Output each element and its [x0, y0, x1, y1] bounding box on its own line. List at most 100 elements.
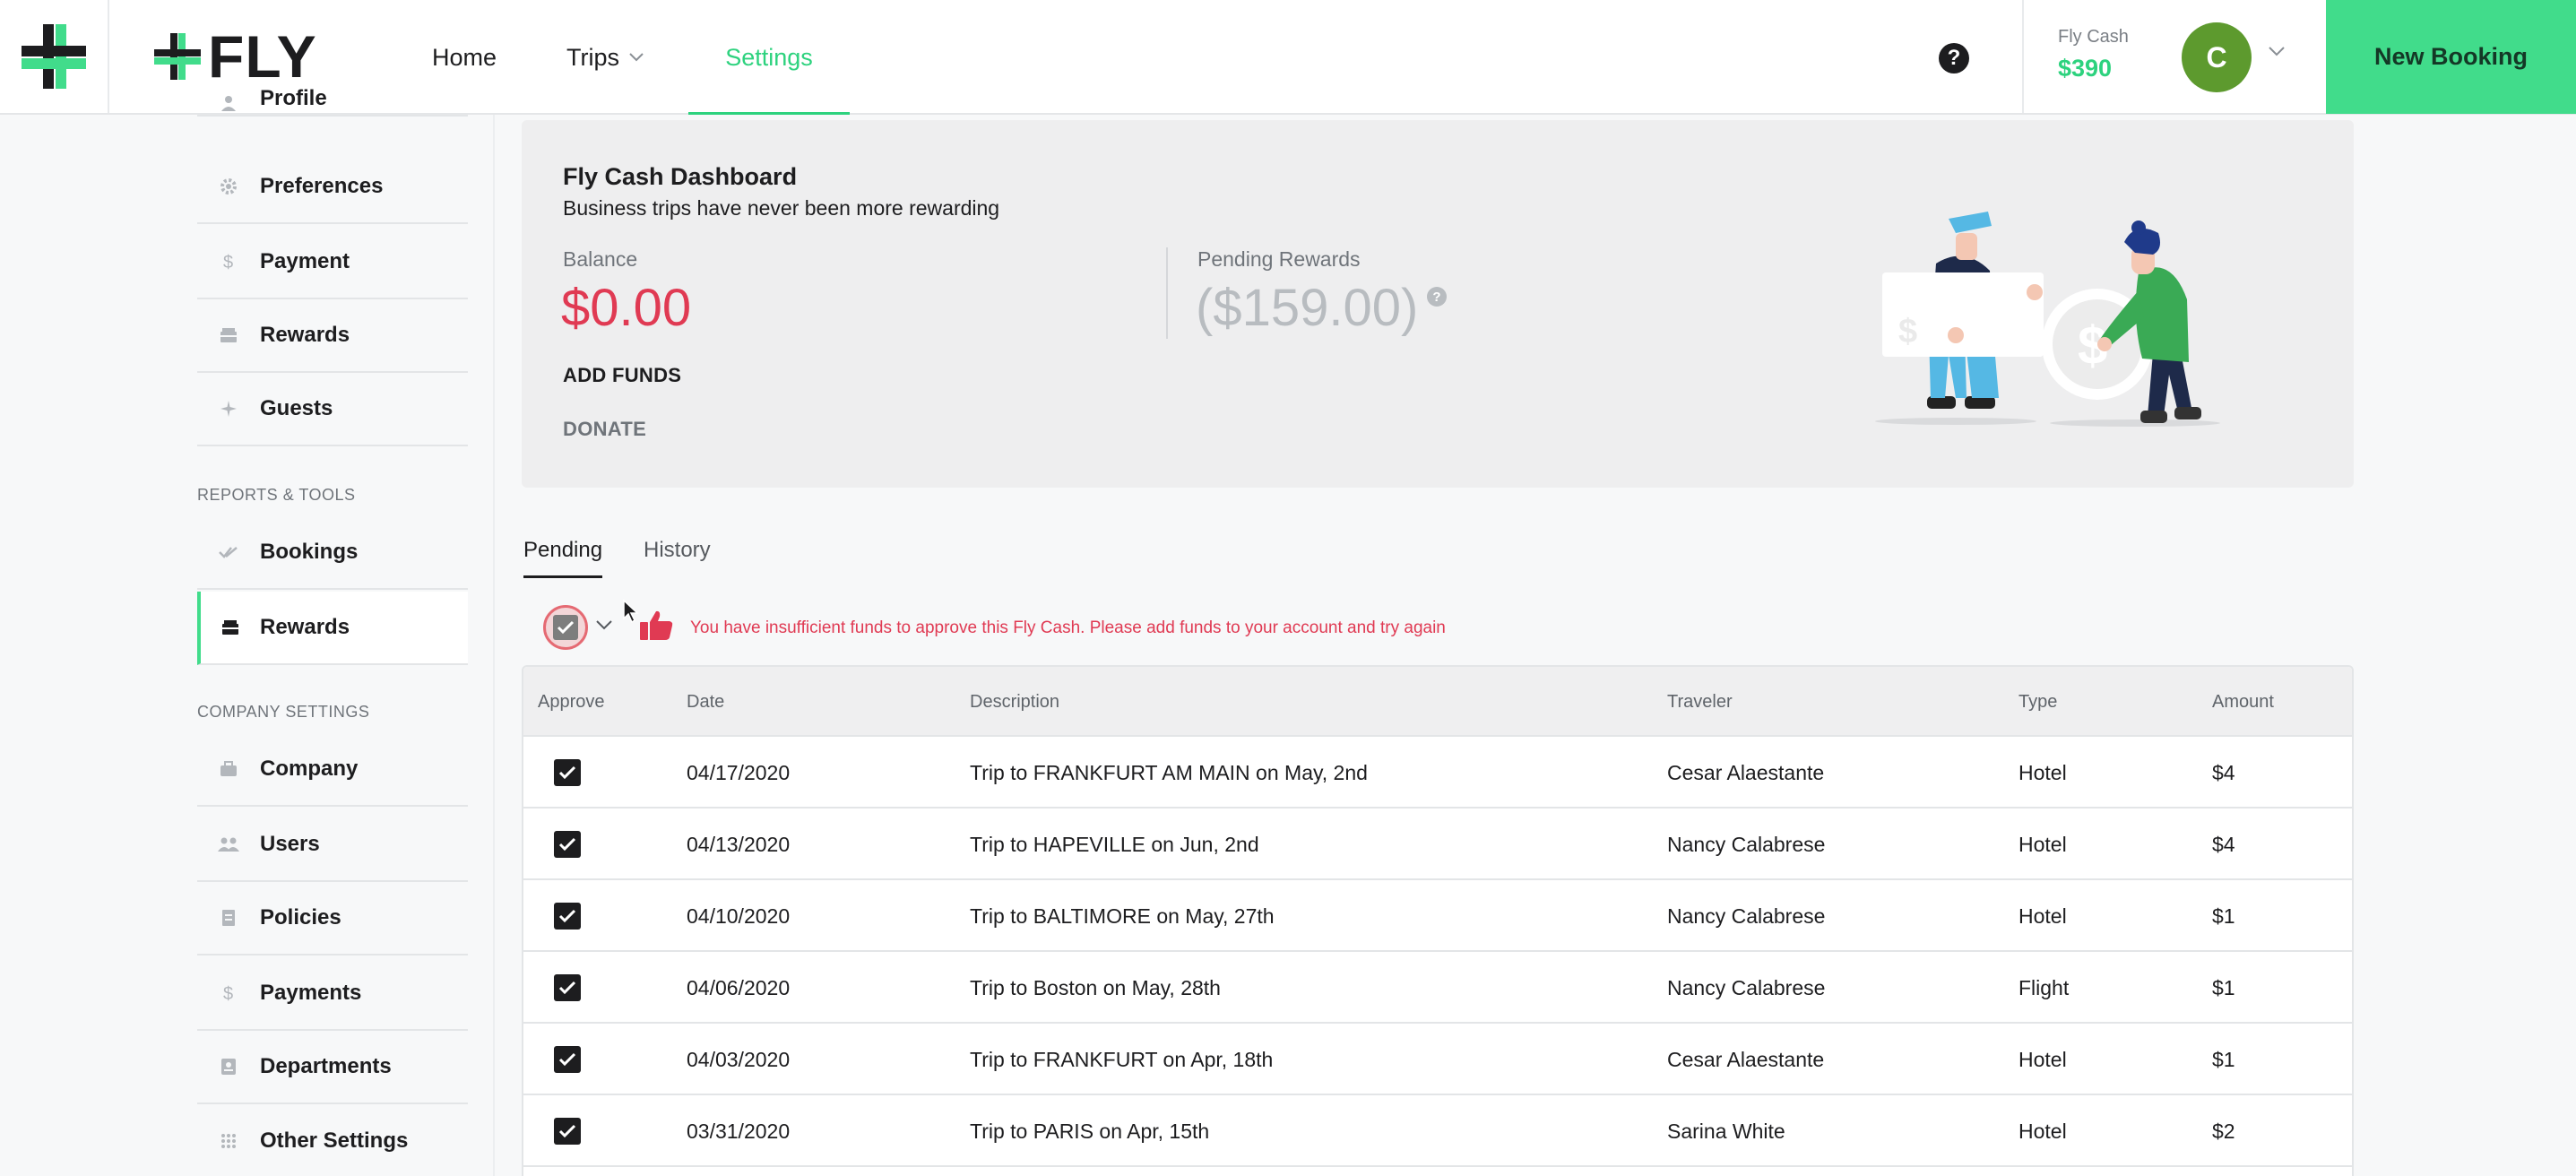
table-row: 04/03/2020 Trip to FRANKFURT on Apr, 18t… — [523, 1024, 2352, 1095]
cell-traveler: Nancy Calabrese — [1667, 976, 1826, 999]
bulk-actions-dropdown[interactable] — [595, 618, 613, 636]
cell-description: Trip to BALTIMORE on May, 27th — [970, 904, 1275, 928]
sidebar-item-profile[interactable]: Profile — [197, 79, 468, 117]
gift-icon — [197, 327, 260, 343]
fly-cross-logo-icon — [22, 24, 86, 89]
sidebar-item-payments[interactable]: $ Payments — [197, 957, 468, 1031]
cell-date: 03/31/2020 — [687, 1120, 791, 1143]
table-row: 04/13/2020 Trip to HAPEVILLE on Jun, 2nd… — [523, 808, 2352, 880]
sidebar-item-payment[interactable]: $ Payment — [197, 226, 468, 299]
approve-checkbox[interactable] — [554, 759, 581, 786]
cell-type: Hotel — [2018, 761, 2067, 784]
nav-settings[interactable]: Settings — [688, 0, 850, 115]
approve-checkbox[interactable] — [554, 831, 581, 858]
nav-settings-label: Settings — [725, 43, 813, 71]
column-description[interactable]: Description — [970, 692, 1059, 713]
cell-type: Hotel — [2018, 833, 2067, 856]
add-funds-button[interactable]: ADD FUNDS — [563, 364, 681, 387]
cell-type: Hotel — [2018, 1120, 2067, 1143]
balance-value: $0.00 — [561, 279, 692, 337]
nav-home-label: Home — [432, 43, 497, 71]
column-date[interactable]: Date — [687, 692, 724, 713]
brand-name: FLY — [208, 23, 317, 90]
plane-icon — [197, 400, 260, 418]
cell-description: Trip to FRANKFURT AM MAIN on May, 2nd — [970, 761, 1368, 784]
cell-amount: $1 — [2212, 904, 2235, 928]
table-header: Approve Date Description Traveler Type A… — [523, 667, 2352, 737]
cell-description: Trip to HAPEVILLE on Jun, 2nd — [970, 833, 1259, 856]
brand-logo[interactable]: FLY — [154, 27, 317, 86]
column-type[interactable]: Type — [2018, 692, 2057, 713]
check-icon — [557, 620, 575, 635]
sidebar-item-bookings[interactable]: Bookings — [197, 516, 468, 590]
sidebar-item-guests[interactable]: Guests — [197, 373, 468, 446]
document-icon — [197, 909, 260, 927]
app-switcher[interactable] — [0, 0, 109, 113]
cell-amount: $4 — [2212, 833, 2235, 856]
nav-trips[interactable]: Trips — [566, 0, 644, 115]
check-icon — [558, 909, 576, 923]
chevron-down-icon — [596, 620, 612, 630]
column-amount[interactable]: Amount — [2212, 692, 2274, 713]
table-row: 04/10/2020 Trip to BALTIMORE on May, 27t… — [523, 880, 2352, 952]
sidebar-item-users[interactable]: Users — [197, 808, 468, 882]
cell-type: Flight — [2018, 976, 2070, 999]
check-icon — [558, 765, 576, 780]
new-booking-button[interactable]: New Booking — [2326, 0, 2576, 114]
section-company-settings: COMPANY SETTINGS — [197, 703, 370, 721]
check-icon — [558, 837, 576, 852]
sidebar-item-preferences[interactable]: Preferences — [197, 151, 468, 224]
sidebar-item-label: Payments — [260, 981, 362, 1005]
cell-amount: $1 — [2212, 976, 2235, 999]
column-traveler[interactable]: Traveler — [1667, 692, 1733, 713]
donate-button[interactable]: DONATE — [563, 418, 646, 441]
sidebar-item-other-settings[interactable]: Other Settings — [197, 1104, 468, 1176]
help-icon[interactable]: ? — [1939, 43, 1969, 74]
fly-mark-icon — [154, 33, 201, 80]
sidebar-item-policies[interactable]: Policies — [197, 882, 468, 956]
fly-cash-widget[interactable]: Fly Cash $390 — [2058, 27, 2129, 82]
mouse-cursor-icon — [622, 599, 640, 628]
sidebar-item-label: Bookings — [260, 540, 359, 564]
fly-cash-value: $390 — [2058, 55, 2113, 82]
sidebar-item-rewards-active[interactable]: Rewards — [197, 592, 468, 665]
approve-thumbs-up-button[interactable] — [638, 610, 674, 646]
pending-rewards-value: ($159.00) — [1196, 279, 1419, 337]
sidebar-divider — [493, 115, 495, 1176]
tab-history[interactable]: History — [644, 538, 711, 575]
sidebar-item-label: Other Settings — [260, 1128, 409, 1153]
table-row: 04/06/2020 Trip to Boston on May, 28th N… — [523, 952, 2352, 1024]
cell-traveler: Nancy Calabrese — [1667, 833, 1826, 856]
sidebar-item-label: Rewards — [260, 323, 350, 347]
fly-cash-label: Fly Cash — [2058, 27, 2129, 47]
tab-pending[interactable]: Pending — [523, 538, 603, 578]
checkbox-box — [553, 615, 578, 640]
approve-checkbox[interactable] — [554, 974, 581, 1001]
approve-checkbox[interactable] — [554, 1046, 581, 1073]
gift-icon — [201, 619, 260, 636]
pending-help-icon[interactable]: ? — [1427, 287, 1447, 307]
avatar[interactable]: C — [2182, 22, 2252, 92]
section-reports-tools: REPORTS & TOOLS — [197, 486, 356, 504]
sidebar-item-label: Departments — [260, 1054, 392, 1078]
dollar-icon: $ — [197, 252, 260, 272]
account-menu-chevron[interactable] — [2268, 45, 2286, 62]
select-all-checkbox[interactable] — [543, 605, 588, 650]
approve-checkbox[interactable] — [554, 903, 581, 930]
sidebar-item-label: Payment — [260, 249, 350, 273]
approve-checkbox[interactable] — [554, 1118, 581, 1145]
chevron-down-icon — [629, 53, 644, 62]
sidebar-item-departments[interactable]: Departments — [197, 1031, 468, 1104]
table-row: 04/17/2020 Trip to FRANKFURT AM MAIN on … — [523, 737, 2352, 808]
check-icon — [197, 546, 260, 558]
sidebar-item-label: Guests — [260, 396, 333, 420]
sidebar-item-company[interactable]: Company — [197, 733, 468, 807]
cell-date: 04/06/2020 — [687, 976, 791, 999]
svg-text:$: $ — [223, 253, 233, 272]
thumbs-up-icon — [640, 610, 673, 640]
grid-icon — [197, 1133, 260, 1149]
cell-amount: $4 — [2212, 761, 2235, 784]
column-approve[interactable]: Approve — [538, 692, 605, 713]
sidebar-item-rewards[interactable]: Rewards — [197, 299, 468, 373]
cell-traveler: Cesar Alaestante — [1667, 761, 1825, 784]
